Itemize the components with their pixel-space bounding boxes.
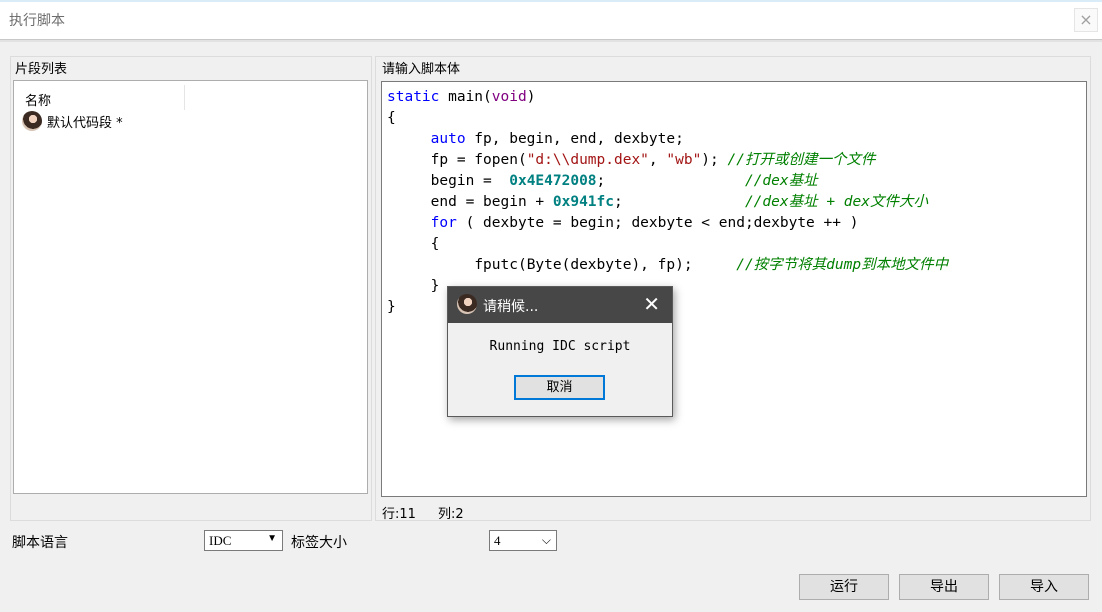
- dialog-app-icon: [457, 294, 477, 314]
- dialog-title: 请稍候...: [483, 299, 539, 315]
- tab-size-select[interactable]: 4 ⌵: [489, 530, 557, 551]
- column-header-name[interactable]: 名称: [18, 85, 185, 110]
- window-title: 执行脚本: [9, 13, 65, 29]
- chevron-down-icon: ⌵: [541, 533, 551, 547]
- title-divider: [0, 40, 1102, 42]
- snippet-label: 默认代码段 *: [47, 115, 123, 131]
- cancel-button[interactable]: 取消: [514, 375, 605, 400]
- dialog-title-bar: 请稍候... ✕: [448, 287, 672, 323]
- close-button[interactable]: ×: [1074, 8, 1098, 32]
- import-button[interactable]: 导入: [999, 574, 1089, 600]
- script-body-label: 请输入脚本体: [382, 62, 461, 77]
- script-language-label: 脚本语言: [12, 535, 68, 551]
- status-line: 行:11: [382, 507, 416, 522]
- export-button[interactable]: 导出: [899, 574, 989, 600]
- wait-dialog: 请稍候... ✕ Running IDC script 取消: [447, 286, 673, 417]
- code-text: static main(void) { auto fp, begin, end,…: [387, 89, 949, 315]
- script-language-select[interactable]: IDC ▼: [204, 530, 283, 551]
- tab-size-label: 标签大小: [291, 535, 347, 551]
- snippet-avatar-icon: [22, 111, 42, 131]
- snippet-list[interactable]: 名称 默认代码段 *: [13, 80, 368, 494]
- dialog-message: Running IDC script: [489, 339, 631, 354]
- dialog-close-icon[interactable]: ✕: [643, 293, 660, 315]
- script-language-value: IDC: [209, 533, 232, 548]
- snippet-list-label: 片段列表: [15, 62, 68, 77]
- run-button[interactable]: 运行: [799, 574, 889, 600]
- status-col: 列:2: [437, 507, 464, 522]
- title-top-line: [0, 0, 1102, 2]
- title-bar: 执行脚本 ×: [0, 0, 1102, 40]
- cursor-status: 行:11 列:2: [382, 503, 486, 522]
- column-header-label: 名称: [25, 94, 52, 109]
- chevron-down-icon: ▼: [267, 533, 277, 544]
- list-item[interactable]: 默认代码段 *: [22, 109, 123, 133]
- tab-size-value: 4: [494, 533, 501, 548]
